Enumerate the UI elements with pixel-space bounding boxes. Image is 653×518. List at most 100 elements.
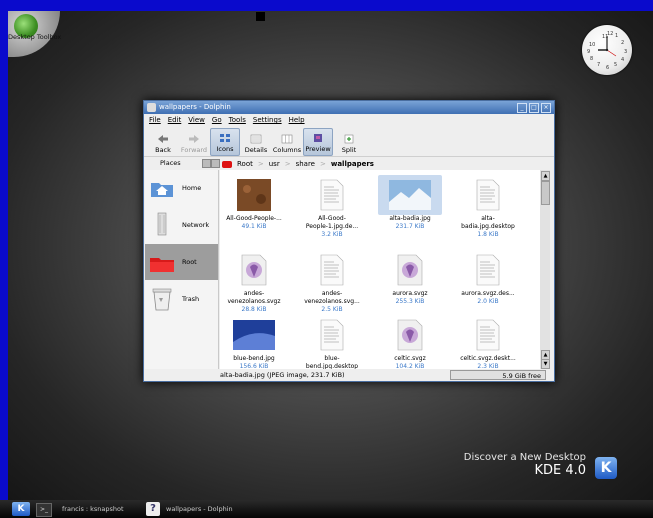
vertical-scrollbar[interactable]: ▲ ▲ ▼: [540, 170, 550, 369]
file-name-line2: bend.jpg.desktop: [305, 363, 359, 369]
file-size: 104.2 KiB: [395, 363, 425, 369]
split-label: Split: [341, 146, 357, 154]
window-title: wallpapers - Dolphin: [159, 103, 231, 111]
back-button[interactable]: Back: [148, 128, 178, 156]
home-folder-icon: [151, 183, 173, 197]
file-item[interactable]: andes-venezolanos.svgz 28.8 KiB: [220, 250, 288, 314]
file-size: 231.7 KiB: [395, 223, 425, 230]
clock-number: 7: [597, 62, 600, 68]
panel-close-button[interactable]: [211, 159, 220, 168]
document-icon: [320, 319, 344, 351]
place-trash[interactable]: Trash: [145, 281, 218, 317]
details-view-icon: [250, 134, 262, 144]
file-name: celtic.svgz.deskt...: [460, 355, 516, 362]
file-name: celtic.svgz: [394, 355, 426, 362]
breadcrumb-usr[interactable]: usr: [269, 158, 280, 170]
panel-float-button[interactable]: [202, 159, 211, 168]
breadcrumb-root[interactable]: Root: [237, 158, 253, 170]
file-item[interactable]: celtic.svgz 104.2 KiB: [376, 315, 444, 369]
window-titlebar[interactable]: wallpapers - Dolphin _ □ ×: [144, 101, 554, 114]
image-thumbnail-icon: [389, 180, 431, 210]
place-network[interactable]: Network: [145, 207, 218, 243]
file-item[interactable]: celtic.svgz.deskt... 2.3 KiB: [454, 315, 522, 369]
file-item[interactable]: All-Good- People-1.jpg.de... 3.2 KiB: [298, 175, 366, 239]
file-name: blue-bend.jpg: [233, 355, 275, 362]
places-panel-header: Places: [144, 157, 220, 169]
menu-file[interactable]: File: [149, 116, 161, 124]
file-name-line2: venezolanos.svgz: [227, 298, 281, 305]
help-icon[interactable]: ?: [146, 502, 160, 516]
columns-view-button[interactable]: Columns: [272, 128, 302, 156]
forward-button[interactable]: Forward: [179, 128, 209, 156]
breadcrumb-wallpapers[interactable]: wallpapers: [331, 158, 374, 170]
clock-face-icon: 11 12 1 2 10 9 3 8 7 6 5 4: [587, 31, 627, 71]
svg-file-icon: [397, 254, 423, 286]
place-root[interactable]: Root: [145, 244, 218, 280]
file-item[interactable]: alta-badia.jpg.desktop 1.8 KiB: [454, 175, 522, 239]
file-thumbnail: [222, 175, 286, 215]
analog-clock-widget[interactable]: 11 12 1 2 10 9 3 8 7 6 5 4: [582, 25, 632, 75]
scroll-down-arrow-icon[interactable]: ▼: [541, 359, 550, 369]
split-button[interactable]: Split: [334, 128, 364, 156]
terminal-icon[interactable]: >_: [36, 503, 52, 517]
menubar: File Edit View Go Tools Settings Help: [144, 114, 554, 126]
split-icon: [344, 134, 354, 144]
preview-button[interactable]: Preview: [303, 128, 333, 156]
menu-settings[interactable]: Settings: [253, 116, 282, 124]
place-label: Network: [182, 221, 210, 229]
places-panel: Home Network Root Trash: [145, 170, 219, 369]
trash-icon: [152, 288, 172, 311]
details-view-button[interactable]: Details: [241, 128, 271, 156]
clock-number: 6: [606, 65, 609, 71]
close-button[interactable]: ×: [541, 103, 551, 113]
clock-number: 10: [589, 42, 595, 48]
file-item[interactable]: blue-bend.jpg 156.6 KiB: [220, 315, 288, 369]
minimize-button[interactable]: _: [517, 103, 527, 113]
back-label: Back: [155, 146, 171, 154]
menu-go[interactable]: Go: [212, 116, 222, 124]
file-item[interactable]: alta-badia.jpg 231.7 KiB: [376, 175, 444, 231]
breadcrumb-separator: >: [284, 160, 291, 168]
clock-number: 12: [607, 31, 613, 37]
desktop-toolbox-button[interactable]: Desktop Toolbox: [8, 11, 62, 57]
desktop-toolbox-label: Desktop Toolbox: [8, 33, 62, 41]
menu-help[interactable]: Help: [289, 116, 305, 124]
file-name: All-Good-: [318, 215, 346, 222]
file-thumbnail: [456, 175, 520, 215]
place-home[interactable]: Home: [145, 170, 218, 206]
scrollbar-thumb[interactable]: [541, 181, 550, 205]
file-thumbnail: [456, 315, 520, 355]
file-item[interactable]: blue-bend.jpg.desktop2.4 KiB: [298, 315, 366, 369]
image-thumbnail-icon: [233, 320, 275, 350]
kde-menu-button[interactable]: K: [12, 502, 30, 516]
breadcrumb-share[interactable]: share: [296, 158, 315, 170]
file-size: 2.3 KiB: [477, 363, 499, 369]
free-space-indicator: 5.9 GiB free: [450, 370, 546, 380]
file-item[interactable]: andes-venezolanos.svg... 2.5 KiB: [298, 250, 366, 314]
network-icon: [157, 212, 167, 236]
menu-tools[interactable]: Tools: [229, 116, 246, 124]
file-size: 1.8 KiB: [477, 231, 499, 238]
file-thumbnail: [378, 315, 442, 355]
file-size: 3.2 KiB: [321, 231, 343, 238]
maximize-button[interactable]: □: [529, 103, 539, 113]
places-title: Places: [160, 159, 181, 167]
task-dolphin[interactable]: wallpapers - Dolphin: [166, 502, 233, 516]
panel-handle[interactable]: [256, 12, 265, 21]
forward-arrow-icon: [189, 135, 199, 143]
icons-view-button[interactable]: Icons: [210, 128, 240, 156]
file-item[interactable]: aurora.svgz 255.3 KiB: [376, 250, 444, 306]
toolbar: Back Forward Icons Details Columns Previ…: [144, 126, 554, 157]
file-thumbnail: [300, 315, 364, 355]
file-size: 2.5 KiB: [321, 306, 343, 313]
clock-number: 5: [614, 62, 617, 68]
file-name-line2: badia.jpg.desktop: [461, 223, 515, 230]
document-icon: [476, 254, 500, 286]
preview-icon: [314, 134, 322, 142]
task-ksnapshot[interactable]: francis : ksnapshot: [62, 502, 124, 516]
scroll-up-arrow-icon[interactable]: ▲: [541, 171, 550, 181]
menu-edit[interactable]: Edit: [168, 116, 182, 124]
menu-view[interactable]: View: [188, 116, 205, 124]
file-item[interactable]: aurora.svgz.des... 2.0 KiB: [454, 250, 522, 306]
file-item[interactable]: All-Good-People-... 49.1 KiB: [220, 175, 288, 231]
